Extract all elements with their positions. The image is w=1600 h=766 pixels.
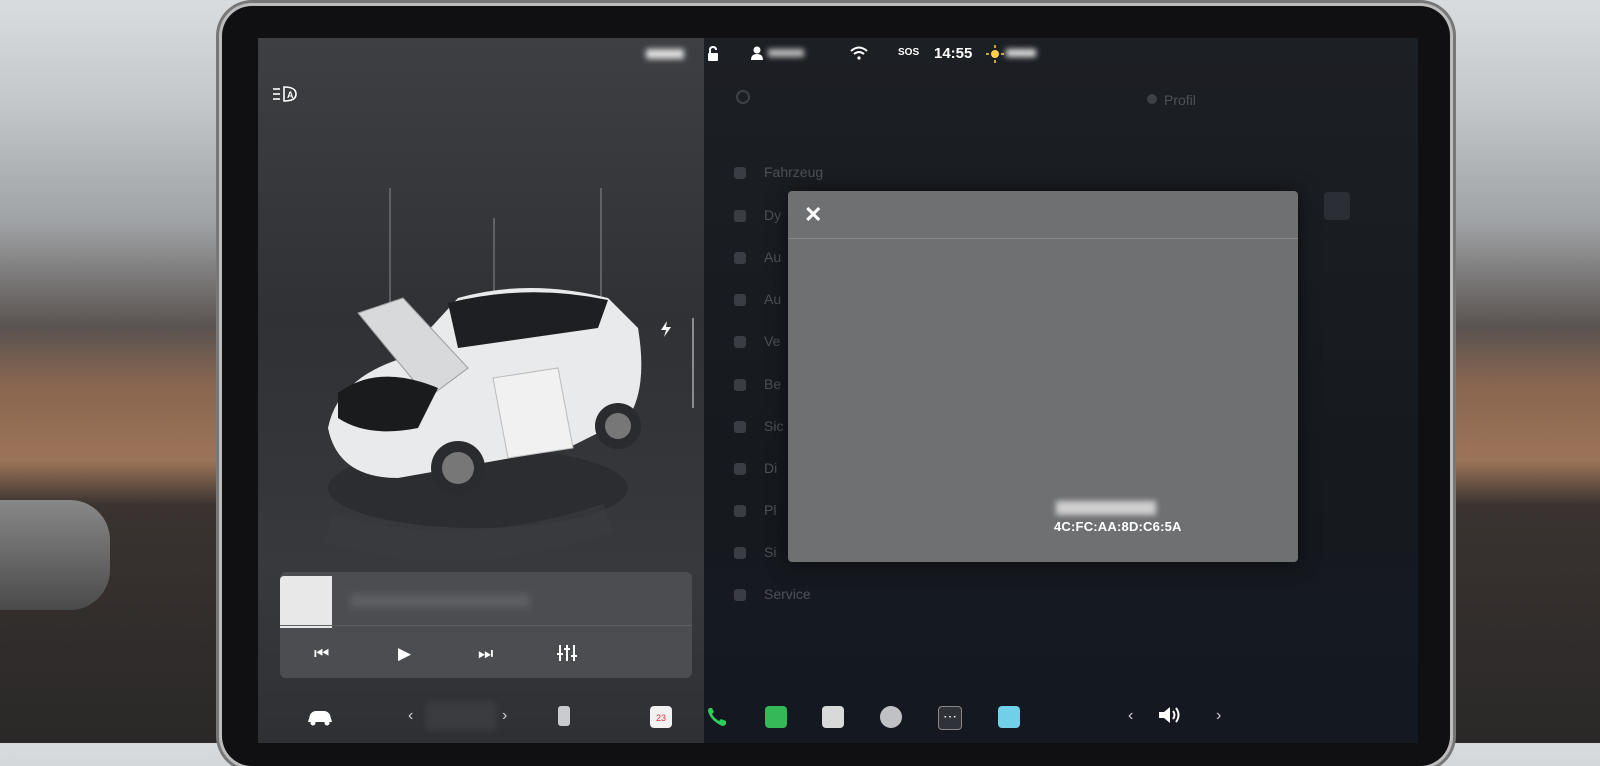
auto-headlight-icon[interactable]: A [272, 85, 298, 103]
status-bar: SOS 14:55 [258, 38, 1418, 76]
menu-icon [734, 252, 746, 264]
car-icon [734, 167, 746, 179]
seat-heater-icon[interactable] [558, 706, 570, 726]
phone-icon[interactable] [706, 706, 728, 728]
track-title-blurred [350, 594, 530, 608]
menu-item[interactable]: Au [764, 291, 781, 307]
theater-icon[interactable] [822, 706, 844, 728]
lock-icon[interactable] [706, 46, 720, 62]
more-apps-icon[interactable]: ⋯ [938, 706, 962, 730]
charge-port-icon[interactable] [658, 320, 674, 338]
wifi-icon[interactable] [850, 46, 868, 60]
scroll-indicator [692, 318, 694, 408]
temperature-blurred [1006, 49, 1036, 57]
volume-down-icon[interactable]: ‹ [1128, 707, 1133, 725]
menu-icon [734, 210, 746, 222]
user-icon[interactable] [750, 46, 764, 61]
status-blurred-info [646, 49, 684, 59]
menu-item[interactable]: Au [764, 249, 781, 265]
dialog-header: ✕ [788, 191, 1298, 239]
touchscreen: A ⏮ ▶ ⏭ Profil Fahrzeug Dy Au Au Ve Be S… [258, 38, 1418, 743]
calendar-icon[interactable]: 23 [650, 706, 672, 728]
menu-icon [734, 379, 746, 391]
menu-icon [734, 421, 746, 433]
menu-icon [734, 336, 746, 348]
temp-control-blurred[interactable] [426, 702, 496, 730]
menu-item[interactable]: Dy [764, 207, 781, 223]
previous-track-button[interactable]: ⏮ [314, 644, 329, 664]
mac-address: 4C:FC:AA:8D:C6:5A [1054, 519, 1182, 534]
svg-text:A: A [287, 90, 294, 100]
volume-icon[interactable] [1158, 705, 1184, 725]
search-icon[interactable] [736, 90, 750, 104]
album-art[interactable] [280, 576, 332, 628]
menu-item[interactable]: Pl [764, 502, 776, 518]
media-player[interactable]: ⏮ ▶ ⏭ [280, 572, 692, 678]
car-icon[interactable] [306, 708, 334, 726]
equalizer-icon[interactable] [557, 644, 577, 662]
car-image[interactable] [308, 188, 708, 588]
menu-icon [734, 294, 746, 306]
bottom-dock: ‹ › 23 ⋯ ‹ › [258, 698, 1418, 743]
sos-label[interactable]: SOS [898, 47, 919, 58]
menu-item[interactable]: Ve [764, 333, 780, 349]
info-dialog: ✕ 4C:FC:AA:8D:C6:5A [788, 191, 1298, 562]
user-icon [1147, 94, 1157, 104]
menu-item-service[interactable]: Service [764, 586, 811, 602]
volume-up-icon[interactable]: › [1216, 707, 1221, 725]
sun-icon [986, 45, 1004, 63]
menu-item-fahrzeug[interactable]: Fahrzeug [764, 164, 823, 180]
bluetooth-icon[interactable] [998, 706, 1020, 728]
stocks-icon[interactable] [765, 706, 787, 728]
media-divider [280, 625, 692, 626]
steering-stalk [0, 500, 110, 610]
settings-button[interactable] [1324, 192, 1350, 220]
menu-item[interactable]: Si [764, 544, 776, 560]
close-button[interactable]: ✕ [804, 202, 822, 228]
menu-item[interactable]: Be [764, 376, 781, 392]
menu-icon [734, 463, 746, 475]
clock: 14:55 [934, 45, 973, 62]
mac-label-blurred [1056, 501, 1156, 515]
menu-icon [734, 547, 746, 559]
wrench-icon [734, 589, 746, 601]
chevron-right-icon[interactable]: › [502, 707, 507, 725]
menu-item[interactable]: Sic [764, 418, 783, 434]
camera-icon[interactable] [880, 706, 902, 728]
driver-name-blurred [768, 49, 804, 57]
play-button[interactable]: ▶ [398, 644, 411, 664]
next-track-button[interactable]: ⏭ [478, 644, 493, 664]
vehicle-panel: A ⏮ ▶ ⏭ [258, 38, 704, 743]
menu-icon [734, 505, 746, 517]
chevron-left-icon[interactable]: ‹ [408, 707, 413, 725]
menu-item[interactable]: Di [764, 460, 777, 476]
profile-label[interactable]: Profil [1164, 92, 1196, 108]
